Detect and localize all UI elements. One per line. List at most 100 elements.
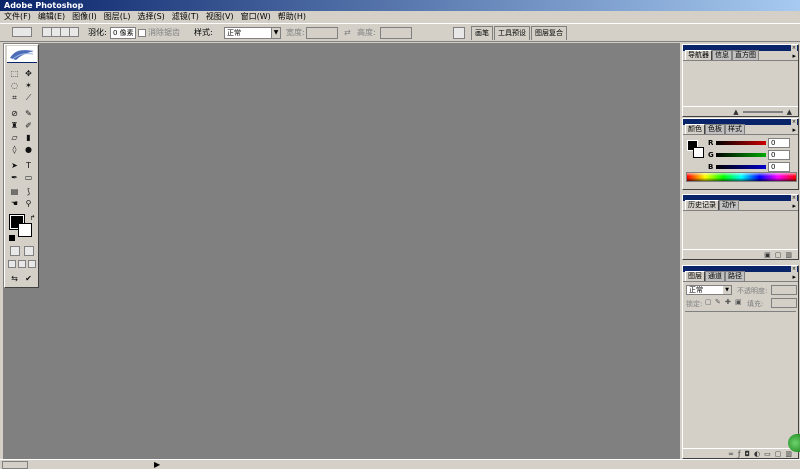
menu-help[interactable]: 帮助(H) xyxy=(278,11,306,23)
fill-input[interactable] xyxy=(771,298,797,308)
layer-style-icon[interactable]: ƒ xyxy=(738,450,740,458)
screen-mode-standard-icon[interactable] xyxy=(8,260,16,268)
swap-colors-icon[interactable]: ↱ xyxy=(27,213,38,223)
blend-mode-select[interactable]: 正常 ▼ xyxy=(686,285,732,295)
workspace-canvas-area[interactable] xyxy=(3,43,680,459)
layer-mask-icon[interactable]: ◘ xyxy=(744,450,750,458)
lock-all-icon[interactable]: ▣ xyxy=(735,298,742,306)
style-select[interactable]: 正常 ▼ xyxy=(224,27,281,39)
green-channel-slider[interactable] xyxy=(716,153,766,157)
status-zoom-field[interactable] xyxy=(2,461,28,469)
blue-channel-input[interactable]: 0 xyxy=(768,162,790,172)
zoom-tool-icon[interactable]: ⚲ xyxy=(23,199,34,209)
menu-edit[interactable]: 编辑(E) xyxy=(38,11,65,23)
zoom-slider[interactable] xyxy=(742,110,783,113)
new-fill-layer-icon[interactable]: ◐ xyxy=(754,450,760,458)
green-channel-input[interactable]: 0 xyxy=(768,150,790,160)
tab-styles[interactable]: 样式 xyxy=(725,124,745,134)
menu-layer[interactable]: 图层(L) xyxy=(104,11,131,23)
palette-menu-icon[interactable]: ▸ xyxy=(792,273,796,281)
status-menu-arrow-icon[interactable]: ▶ xyxy=(154,460,160,469)
quick-mask-mode-icon[interactable] xyxy=(24,246,34,256)
new-document-from-state-icon[interactable]: ▣ xyxy=(764,251,771,259)
palette-menu-icon[interactable]: ▸ xyxy=(792,52,796,60)
new-layer-icon[interactable]: ▢ xyxy=(775,450,782,458)
default-colors-icon[interactable] xyxy=(9,235,15,241)
brush-tool-icon[interactable]: ✎ xyxy=(23,109,34,119)
slice-tool-icon[interactable]: ⟋ xyxy=(23,93,34,103)
palette-menu-icon[interactable]: ▸ xyxy=(792,126,796,134)
blue-channel-slider[interactable] xyxy=(716,165,766,169)
marquee-preset-icon[interactable] xyxy=(12,27,32,37)
link-layers-icon[interactable]: ∞ xyxy=(728,450,734,458)
tab-navigator[interactable]: 导航器 xyxy=(685,50,712,60)
shape-tool-icon[interactable]: ▭ xyxy=(23,173,34,183)
edit-in-imageready-icon[interactable]: ✔ xyxy=(23,274,34,284)
color-spectrum-bar[interactable] xyxy=(686,172,797,182)
eyedropper-tool-icon[interactable]: ⟆ xyxy=(23,187,34,197)
lock-transparent-icon[interactable]: ▢ xyxy=(705,298,712,306)
swap-icon[interactable]: ⇄ xyxy=(344,27,351,39)
tab-layers[interactable]: 图层 xyxy=(685,271,705,281)
marquee-tool-icon[interactable]: ⬚ xyxy=(9,69,20,79)
pen-tool-icon[interactable]: ✒ xyxy=(9,173,20,183)
feather-input[interactable]: 0 像素 xyxy=(110,27,136,39)
lock-image-icon[interactable]: ✎ xyxy=(715,298,721,306)
menu-window[interactable]: 窗口(W) xyxy=(241,11,271,23)
palette-well-tab-layer-comps[interactable]: 图层复合 xyxy=(531,26,567,40)
crop-tool-icon[interactable]: ⌗ xyxy=(9,93,20,103)
new-group-icon[interactable]: ▭ xyxy=(764,450,771,458)
move-tool-icon[interactable]: ✥ xyxy=(23,69,34,79)
tab-histogram[interactable]: 直方图 xyxy=(732,50,759,60)
trash-icon[interactable]: ▥ xyxy=(785,251,792,259)
screen-mode-menubar-icon[interactable] xyxy=(18,260,26,268)
tool-preset-icon[interactable] xyxy=(453,27,465,39)
dodge-tool-icon[interactable]: ● xyxy=(23,145,34,155)
intersect-selection-icon[interactable] xyxy=(69,27,79,37)
standard-mode-icon[interactable] xyxy=(10,246,20,256)
lasso-tool-icon[interactable]: ◌ xyxy=(9,81,20,91)
tab-color[interactable]: 颜色 xyxy=(685,124,705,134)
tab-channels[interactable]: 通道 xyxy=(705,271,725,281)
opacity-input[interactable] xyxy=(771,285,797,295)
tab-info[interactable]: 信息 xyxy=(712,50,732,60)
tab-paths[interactable]: 路径 xyxy=(725,271,745,281)
clone-stamp-tool-icon[interactable]: ♜ xyxy=(9,121,20,131)
menu-file[interactable]: 文件(F) xyxy=(4,11,31,23)
lock-position-icon[interactable]: ✚ xyxy=(725,298,731,306)
magic-wand-tool-icon[interactable]: ✶ xyxy=(23,81,34,91)
imageready-jump-icon[interactable]: ⇆ xyxy=(9,274,20,284)
red-channel-input[interactable]: 0 xyxy=(768,138,790,148)
menu-image[interactable]: 图像(I) xyxy=(72,11,97,23)
menu-view[interactable]: 视图(V) xyxy=(206,11,234,23)
trash-icon[interactable]: ▥ xyxy=(785,450,792,458)
notes-tool-icon[interactable]: ▤ xyxy=(9,187,20,197)
menu-select[interactable]: 选择(S) xyxy=(137,11,164,23)
red-channel-slider[interactable] xyxy=(716,141,766,145)
type-tool-icon[interactable]: T xyxy=(23,161,34,171)
palette-well-tab-brushes[interactable]: 画笔 xyxy=(471,26,493,40)
menu-filter[interactable]: 滤镜(T) xyxy=(172,11,199,23)
tab-swatches[interactable]: 色板 xyxy=(705,124,725,134)
eraser-tool-icon[interactable]: ▱ xyxy=(9,133,20,143)
antialias-checkbox[interactable] xyxy=(138,29,146,37)
healing-brush-tool-icon[interactable]: ⊘ xyxy=(9,109,20,119)
tab-actions[interactable]: 动作 xyxy=(719,200,739,210)
palette-well-tab-tool-presets[interactable]: 工具预设 xyxy=(494,26,530,40)
path-selection-tool-icon[interactable]: ➤ xyxy=(9,161,20,171)
blur-tool-icon[interactable]: ◊ xyxy=(9,145,20,155)
hand-tool-icon[interactable]: ☚ xyxy=(9,199,20,209)
height-input[interactable] xyxy=(380,27,412,39)
photoshop-logo-icon[interactable] xyxy=(7,46,37,63)
screen-mode-full-icon[interactable] xyxy=(28,260,36,268)
gradient-tool-icon[interactable]: ▮ xyxy=(23,133,34,143)
zoom-in-icon[interactable]: ▲ xyxy=(787,108,792,116)
width-input[interactable] xyxy=(306,27,338,39)
background-color-swatch[interactable] xyxy=(18,223,32,237)
tray-badge-icon[interactable] xyxy=(788,434,800,452)
zoom-out-icon[interactable]: ▲ xyxy=(733,108,738,116)
tab-history[interactable]: 历史记录 xyxy=(685,200,719,210)
palette-menu-icon[interactable]: ▸ xyxy=(792,202,796,210)
layers-list[interactable] xyxy=(685,311,796,448)
history-brush-tool-icon[interactable]: ✐ xyxy=(23,121,34,131)
